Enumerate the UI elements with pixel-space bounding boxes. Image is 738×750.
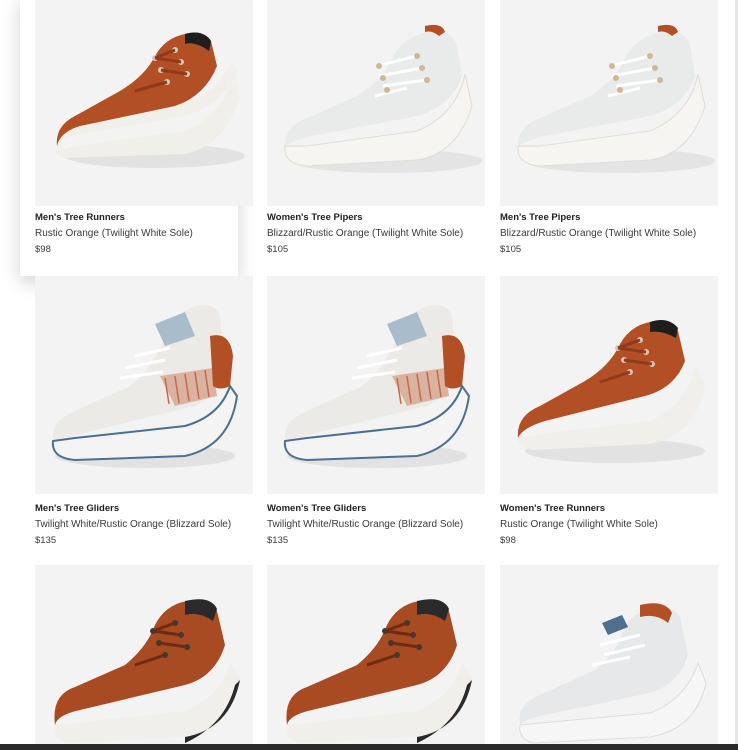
product-image[interactable]	[267, 276, 485, 494]
product-image[interactable]	[267, 565, 485, 750]
product-card[interactable]	[35, 565, 253, 750]
runner-shoe-orange-dark-icon	[286, 599, 472, 743]
product-variant: Rustic Orange (Twilight White Sole)	[500, 519, 658, 530]
glider-shoe-icon	[51, 305, 239, 468]
product-price: $105	[500, 244, 522, 255]
product-variant: Twilight White/Rustic Orange (Blizzard S…	[35, 519, 232, 530]
product-image[interactable]	[500, 276, 718, 494]
product-variant: Blizzard/Rustic Orange (Twilight White S…	[500, 228, 697, 239]
piper-shoe-white-icon	[284, 24, 482, 173]
product-image[interactable]	[35, 565, 253, 750]
product-info: Men's Tree Gliders Twilight White/Rustic…	[35, 501, 253, 549]
product-info: Men's Tree Runners Rustic Orange (Twilig…	[35, 210, 253, 258]
product-image[interactable]	[267, 0, 485, 206]
product-image[interactable]	[500, 0, 718, 206]
product-name[interactable]: Women's Tree Runners	[500, 501, 718, 517]
product-info: Men's Tree Pipers Blizzard/Rustic Orange…	[500, 210, 718, 258]
glider-shoe-icon	[283, 305, 471, 468]
product-price: $135	[35, 535, 57, 546]
product-card[interactable]: Women's Tree Runners Rustic Orange (Twil…	[500, 276, 718, 556]
product-variant: Rustic Orange (Twilight White Sole)	[35, 228, 193, 239]
runner-shoe-orange-icon	[517, 320, 705, 463]
product-card[interactable]: Women's Tree Pipers Blizzard/Rustic Oran…	[267, 0, 485, 276]
product-info: Women's Tree Pipers Blizzard/Rustic Oran…	[267, 210, 485, 258]
product-price: $135	[267, 535, 289, 546]
product-name[interactable]: Men's Tree Runners	[35, 210, 253, 226]
product-name[interactable]: Women's Tree Pipers	[267, 210, 485, 226]
product-price: $98	[35, 244, 51, 255]
runner-shoe-orange-icon	[54, 32, 245, 168]
product-image[interactable]	[35, 0, 253, 206]
product-card[interactable]: Men's Tree Gliders Twilight White/Rustic…	[35, 276, 253, 556]
product-card[interactable]: Men's Tree Pipers Blizzard/Rustic Orange…	[500, 0, 718, 276]
product-card[interactable]	[267, 565, 485, 750]
runner-shoe-white-blue-icon	[519, 603, 707, 744]
product-variant: Twilight White/Rustic Orange (Blizzard S…	[267, 519, 464, 530]
product-card[interactable]	[500, 565, 718, 750]
product-info: Women's Tree Gliders Twilight White/Rust…	[267, 501, 485, 549]
product-price: $105	[267, 244, 289, 255]
product-card[interactable]: Men's Tree Runners Rustic Orange (Twilig…	[20, 0, 253, 276]
product-name[interactable]: Men's Tree Pipers	[500, 210, 718, 226]
product-name[interactable]: Women's Tree Gliders	[267, 501, 485, 517]
runner-shoe-orange-dark-icon	[54, 599, 241, 743]
product-image[interactable]	[500, 565, 718, 750]
product-name[interactable]: Men's Tree Gliders	[35, 501, 253, 517]
product-image[interactable]	[35, 276, 253, 494]
bottom-bar	[0, 744, 738, 750]
product-price: $98	[500, 535, 516, 546]
product-card[interactable]: Women's Tree Gliders Twilight White/Rust…	[267, 276, 485, 556]
product-info: Women's Tree Runners Rustic Orange (Twil…	[500, 501, 718, 549]
product-variant: Blizzard/Rustic Orange (Twilight White S…	[267, 228, 464, 239]
product-grid-page: Men's Tree Runners Rustic Orange (Twilig…	[0, 0, 738, 750]
piper-shoe-white-icon	[517, 24, 715, 173]
